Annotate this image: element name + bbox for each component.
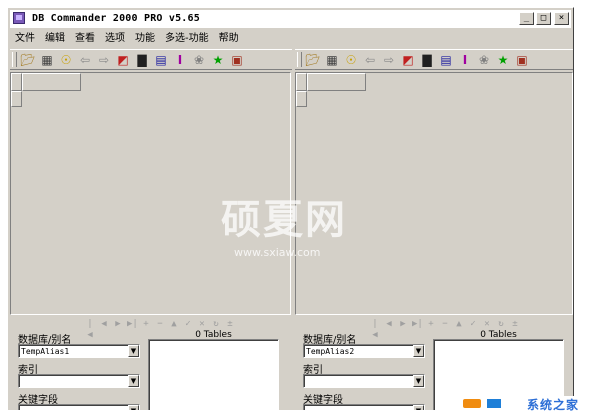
- nav-refresh-button[interactable]: ↻: [496, 319, 506, 330]
- grid-corner-cell: [296, 73, 307, 91]
- database-alias-select[interactable]: TempAlias1 ▼: [18, 344, 140, 358]
- table-icon[interactable]: ◩: [400, 52, 416, 68]
- index-icon[interactable]: I: [457, 52, 473, 68]
- nav-cancel-button[interactable]: ✕: [482, 319, 492, 330]
- nav-edit-button[interactable]: ▲: [454, 319, 464, 330]
- chevron-down-icon[interactable]: ▼: [128, 375, 139, 387]
- corner-logo: 系统之家: [451, 396, 591, 412]
- menu-functions[interactable]: 功能: [130, 30, 160, 47]
- key-field-select[interactable]: ▼: [18, 404, 140, 410]
- grid-row-header[interactable]: [11, 91, 22, 107]
- logo-text: 系统之家: [526, 398, 579, 412]
- menu-multi-functions[interactable]: 多选-功能: [160, 30, 214, 47]
- database-alias-value: TempAlias1: [21, 347, 70, 356]
- find-icon[interactable]: ☉: [58, 52, 74, 68]
- app-icon[interactable]: [13, 12, 25, 24]
- nav-refresh-button[interactable]: ↻: [211, 319, 221, 330]
- left-source-panel: 数据库/别名 TempAlias1 ▼ 索引 ▼ 关键字段 ▼ 0 Tables: [10, 330, 291, 410]
- database-alias-value: TempAlias2: [306, 347, 355, 356]
- find-icon[interactable]: ☉: [343, 52, 359, 68]
- nav-prior-button[interactable]: ◀: [384, 319, 394, 330]
- minimize-button[interactable]: _: [519, 12, 534, 25]
- run-icon[interactable]: ★: [210, 52, 226, 68]
- database-icon[interactable]: ▤: [153, 52, 169, 68]
- open-icon[interactable]: 📂︎: [20, 52, 36, 68]
- nav-next-button[interactable]: ▶: [398, 319, 408, 330]
- logo-mark-icon: [463, 399, 481, 408]
- toolbars: 📂︎ ▦ ☉ ⇦ ⇨ ◩ ▇ ▤ I ❀ ★ ▣ 📂︎ ▦ ☉ ⇦ ⇨ ◩ ▇ …: [10, 49, 573, 70]
- grid-header: [11, 73, 81, 107]
- open-icon[interactable]: 📂︎: [305, 52, 321, 68]
- maximize-button[interactable]: □: [536, 12, 551, 25]
- navigator-bars: |◀ ◀ ▶ ▶| + − ▲ ✓ ✕ ↻ ± |◀ ◀ ▶ ▶| + − ▲ …: [10, 317, 571, 340]
- window-title: DB Commander 2000 PRO v5.65: [32, 13, 200, 24]
- menu-edit[interactable]: 编辑: [40, 30, 70, 47]
- index-icon[interactable]: I: [172, 52, 188, 68]
- nav-delete-button[interactable]: −: [155, 319, 165, 330]
- nav-insert-button[interactable]: +: [426, 319, 436, 330]
- left-navigator: |◀ ◀ ▶ ▶| + − ▲ ✓ ✕ ↻ ±: [70, 317, 250, 340]
- forward-icon[interactable]: ⇨: [381, 52, 397, 68]
- right-navigator: |◀ ◀ ▶ ▶| + − ▲ ✓ ✕ ↻ ±: [355, 317, 535, 340]
- table-icon[interactable]: ◩: [115, 52, 131, 68]
- key-icon[interactable]: ❀: [191, 52, 207, 68]
- left-toolbar: 📂︎ ▦ ☉ ⇦ ⇨ ◩ ▇ ▤ I ❀ ★ ▣: [10, 49, 292, 70]
- nav-post-button[interactable]: ✓: [183, 319, 193, 330]
- menu-help[interactable]: 帮助: [214, 30, 244, 47]
- nav-extra-button[interactable]: ±: [225, 319, 235, 330]
- watermark-url: www.sxiaw.com: [234, 246, 321, 259]
- back-icon[interactable]: ⇦: [77, 52, 93, 68]
- grid-corner-cell: [11, 73, 22, 91]
- right-toolbar: 📂︎ ▦ ☉ ⇦ ⇨ ◩ ▇ ▤ I ❀ ★ ▣: [295, 49, 573, 70]
- menu-options[interactable]: 选项: [100, 30, 130, 47]
- exit-icon[interactable]: ▣: [514, 52, 530, 68]
- grid-row-header[interactable]: [296, 91, 307, 107]
- watermark-text: 硕夏网: [221, 196, 347, 243]
- chevron-down-icon[interactable]: ▼: [128, 345, 139, 357]
- run-icon[interactable]: ★: [495, 52, 511, 68]
- close-button[interactable]: ×: [554, 12, 569, 25]
- nav-post-button[interactable]: ✓: [468, 319, 478, 330]
- grid-column-header[interactable]: [22, 73, 81, 91]
- back-icon[interactable]: ⇦: [362, 52, 378, 68]
- grid-icon[interactable]: ▦: [39, 52, 55, 68]
- window-controls: _ □ ×: [517, 12, 569, 25]
- nav-extra-button[interactable]: ±: [510, 319, 520, 330]
- grid-header: [296, 73, 366, 107]
- nav-last-button[interactable]: ▶|: [127, 319, 138, 330]
- trash-icon[interactable]: ▇: [419, 52, 435, 68]
- nav-cancel-button[interactable]: ✕: [197, 319, 207, 330]
- grid-column-header[interactable]: [307, 73, 366, 91]
- nav-first-button[interactable]: |◀: [370, 319, 380, 340]
- chevron-down-icon[interactable]: ▼: [413, 345, 424, 357]
- index-select[interactable]: ▼: [18, 374, 140, 388]
- exit-icon[interactable]: ▣: [229, 52, 245, 68]
- chevron-down-icon[interactable]: ▼: [128, 405, 139, 410]
- title-bar[interactable]: DB Commander 2000 PRO v5.65 _ □ ×: [10, 10, 571, 28]
- nav-first-button[interactable]: |◀: [85, 319, 95, 340]
- nav-insert-button[interactable]: +: [141, 319, 151, 330]
- database-icon[interactable]: ▤: [438, 52, 454, 68]
- toolbar-grip[interactable]: [297, 52, 302, 67]
- menu-view[interactable]: 查看: [70, 30, 100, 47]
- nav-edit-button[interactable]: ▲: [169, 319, 179, 330]
- key-icon[interactable]: ❀: [476, 52, 492, 68]
- nav-prior-button[interactable]: ◀: [99, 319, 109, 330]
- chevron-down-icon[interactable]: ▼: [413, 375, 424, 387]
- nav-next-button[interactable]: ▶: [113, 319, 123, 330]
- trash-icon[interactable]: ▇: [134, 52, 150, 68]
- forward-icon[interactable]: ⇨: [96, 52, 112, 68]
- key-field-select[interactable]: ▼: [303, 404, 425, 410]
- chevron-down-icon[interactable]: ▼: [413, 405, 424, 410]
- menu-file[interactable]: 文件: [10, 30, 40, 47]
- toolbar-grip[interactable]: [12, 52, 17, 67]
- index-select[interactable]: ▼: [303, 374, 425, 388]
- database-alias-select[interactable]: TempAlias2 ▼: [303, 344, 425, 358]
- menu-bar: 文件 编辑 查看 选项 功能 多选-功能 帮助: [10, 30, 571, 47]
- nav-delete-button[interactable]: −: [440, 319, 450, 330]
- tables-list[interactable]: [148, 339, 279, 410]
- grid-icon[interactable]: ▦: [324, 52, 340, 68]
- logo-bar-icon: [487, 399, 501, 408]
- nav-last-button[interactable]: ▶|: [412, 319, 423, 330]
